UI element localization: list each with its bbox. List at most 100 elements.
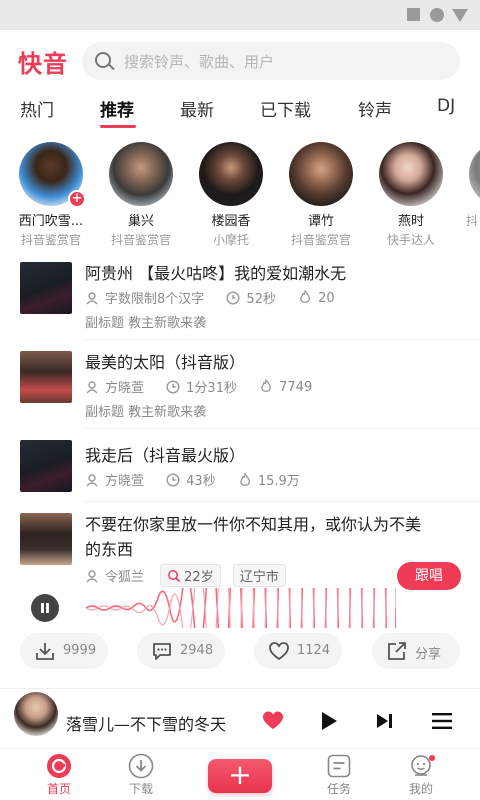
creator-role: 抖 [466, 214, 479, 228]
comment-action[interactable]: 2948 [137, 633, 225, 669]
creator-row: + 西门吹雪... 抖音鉴赏官 巢兴 抖音鉴赏官 楼园香 小摩托 谭竹 抖音鉴赏… [0, 140, 480, 252]
tab-recommend[interactable]: 推荐 [100, 96, 134, 121]
tab-latest[interactable]: 最新 [180, 96, 214, 121]
flame-icon [239, 473, 250, 486]
creator-name: 燕时 [397, 214, 424, 229]
song-author: 方晓萱 [105, 474, 145, 489]
download-icon [36, 643, 54, 660]
avatar [289, 142, 353, 206]
download-count: 9999 [63, 643, 97, 658]
download-action[interactable]: 9999 [20, 633, 108, 669]
song-meta: 字数限制8个汉字 52秒 20 [85, 288, 353, 307]
flame-icon [300, 289, 310, 303]
clock-icon [166, 380, 180, 394]
tab-home-label: 首页 [46, 782, 71, 796]
song-title-line1: 不要在你家里放一件你不知其用，或你认为不美 [85, 515, 422, 534]
song-cover [20, 440, 72, 492]
avatar [109, 142, 173, 206]
song-duration: 1分31秒 [186, 381, 237, 396]
song-cover [20, 262, 72, 314]
create-plus-button[interactable]: + [208, 759, 272, 793]
divider [85, 339, 480, 340]
like-action[interactable]: 1124 [254, 633, 342, 669]
tab-profile-label: 我的 [408, 782, 433, 796]
song-subtitle: 副标题 教主新歌来袭 [85, 405, 207, 420]
pause-button[interactable] [31, 594, 59, 622]
creator-role: 快手达人 [386, 233, 435, 247]
song-meta: 方晓萱 43秒 15.9万 [85, 470, 318, 489]
tab-ringtone[interactable]: 铃声 [358, 96, 392, 121]
song-title: 我走后（抖音最火版） [85, 446, 246, 465]
song-meta: 方晓萱 1分31秒 7749 [85, 377, 330, 396]
clock-icon [166, 473, 180, 487]
song-author: 令狐兰 [105, 570, 145, 585]
home-disc-icon [47, 754, 71, 778]
tab-home[interactable]: 首页 [29, 753, 89, 797]
heart-filled-icon[interactable] [262, 710, 284, 730]
playlist-menu-icon[interactable] [432, 713, 452, 729]
song-title-line2: 的东西 [85, 540, 134, 559]
tab-profile[interactable]: 我的 [391, 753, 451, 797]
creator-name: 西门吹雪... [18, 214, 84, 229]
search-tag-icon [168, 570, 181, 583]
creator-name: 谭竹 [307, 214, 334, 229]
creator-role: 抖音鉴赏官 [110, 233, 171, 247]
tab-tasks[interactable]: 任务 [309, 753, 369, 797]
song-subtitle: 副标题 教主新歌来袭 [85, 316, 207, 331]
creator-item[interactable]: 燕时 快手达人 [366, 140, 456, 248]
song-title: 阿贵州 【最火咕咚】我的爱如潮水无 [85, 264, 347, 283]
category-tabs: 热门 推荐 最新 已下载 铃声 DJ [0, 92, 480, 130]
tab-download[interactable]: 下载 [111, 753, 171, 797]
song-author: 字数限制8个汉字 [105, 292, 205, 307]
user-icon [86, 292, 98, 305]
song-actions: 9999 2948 1124 分享 [0, 633, 480, 673]
tab-dj[interactable]: DJ [437, 96, 455, 116]
creator-item[interactable]: + 西门吹雪... 抖音鉴赏官 [6, 140, 96, 248]
player-song-title: 落雪儿—不下雪的冬天 [66, 715, 227, 734]
audio-waveform [86, 588, 396, 628]
active-tab-indicator [100, 125, 136, 128]
task-list-icon [327, 754, 351, 778]
follow-plus-icon[interactable]: + [68, 190, 86, 208]
avatar [469, 142, 480, 206]
song-cover [20, 513, 72, 565]
search-bar[interactable]: 搜索铃声、歌曲、用户 [82, 42, 460, 80]
age-tag: 22岁 [160, 564, 221, 587]
flame-icon [261, 378, 271, 392]
play-icon[interactable] [320, 711, 338, 731]
sing-along-button[interactable]: 跟唱 [397, 562, 461, 590]
tab-tasks-label: 任务 [326, 782, 351, 796]
song-title: 最美的太阳（抖音版） [85, 353, 246, 372]
next-track-icon[interactable] [376, 713, 394, 729]
back-triangle-icon [452, 9, 468, 22]
creator-role: 小摩托 [212, 233, 249, 247]
home-circle-icon [430, 8, 444, 22]
tab-downloaded[interactable]: 已下载 [260, 96, 311, 121]
player-cover [12, 690, 60, 738]
avatar [199, 142, 263, 206]
mini-player[interactable]: 落雪儿—不下雪的冬天 [0, 688, 480, 748]
divider [85, 428, 480, 429]
creator-item[interactable]: 谭竹 抖音鉴赏官 [276, 140, 366, 248]
song-heat: 20 [318, 290, 335, 306]
user-icon [86, 570, 98, 583]
app-logo: 快音 [18, 50, 68, 78]
search-icon [95, 52, 111, 68]
song-cover [20, 351, 72, 403]
creator-item[interactable]: 抖 [456, 140, 480, 229]
song-duration: 43秒 [186, 474, 216, 489]
header: 快音 搜索铃声、歌曲、用户 [0, 30, 480, 92]
creator-item[interactable]: 楼园香 小摩托 [186, 140, 276, 248]
creator-name: 楼园香 [211, 214, 251, 229]
download-circle-icon [128, 753, 154, 779]
tab-hot[interactable]: 热门 [20, 96, 54, 121]
share-action[interactable]: 分享 [372, 633, 460, 669]
comment-count: 2948 [180, 643, 214, 658]
comment-icon [153, 643, 171, 660]
song-author: 方晓萱 [105, 381, 145, 396]
creator-item[interactable]: 巢兴 抖音鉴赏官 [96, 140, 186, 248]
creator-role: 抖音鉴赏官 [290, 233, 351, 247]
notification-dot [429, 755, 435, 761]
like-count: 1124 [297, 643, 331, 658]
city-tag: 辽宁市 [232, 564, 286, 587]
